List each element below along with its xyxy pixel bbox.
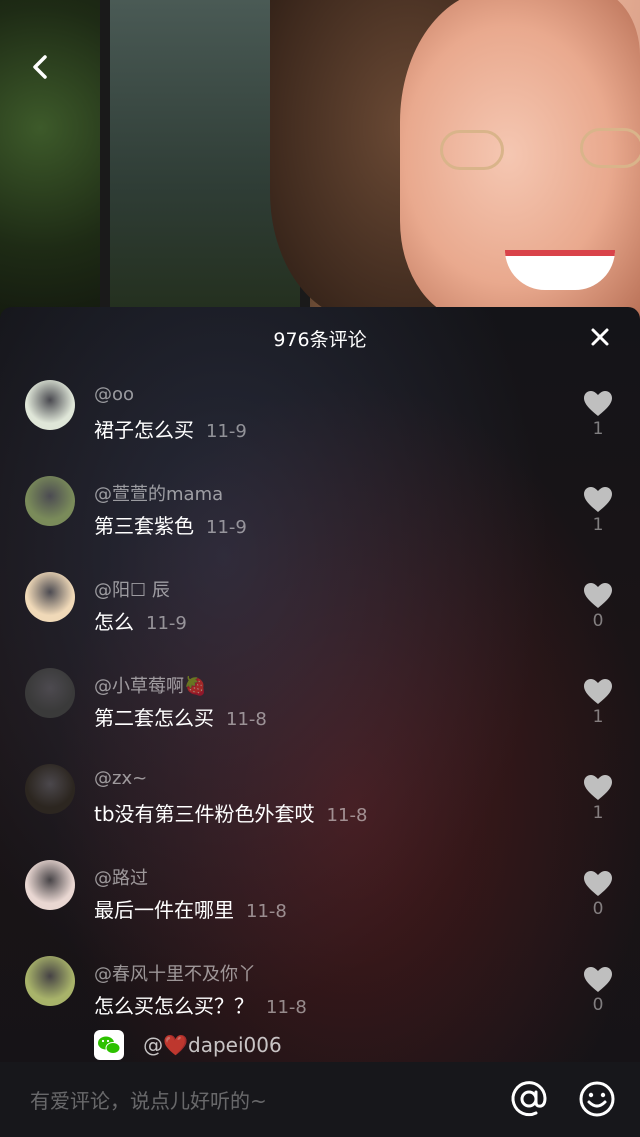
like-button[interactable]: 0 — [578, 966, 618, 1015]
like-button[interactable]: 1 — [578, 390, 618, 439]
comment-username[interactable]: @zx~ — [94, 768, 147, 789]
comment-input-bar — [0, 1062, 640, 1137]
comment-item[interactable]: @路过最后一件在哪里 11-8 0 — [0, 860, 640, 950]
comment-text: 第三套紫色 — [94, 514, 194, 538]
like-count: 1 — [592, 515, 604, 535]
heart-icon — [578, 966, 618, 993]
like-count: 1 — [592, 419, 604, 439]
reply-text: @❤️dapei006 — [143, 1033, 282, 1057]
like-count: 0 — [592, 611, 604, 631]
comment-item[interactable]: @小草莓啊🍓 第二套怎么买 11-8 1 — [0, 668, 640, 758]
comment-content-line: tb没有第三件粉色外套哎 11-8 — [94, 798, 367, 827]
panel-title: 976条评论 — [273, 329, 367, 351]
comment-content-line: 怎么买怎么买？？ 11-8 — [94, 990, 307, 1019]
like-button[interactable]: 0 — [578, 582, 618, 631]
like-button[interactable]: 1 — [578, 486, 618, 535]
reply-row[interactable]: @❤️dapei006 — [94, 1030, 282, 1064]
heart-icon — [578, 390, 618, 417]
avatar[interactable] — [25, 572, 75, 622]
heart-icon — [578, 774, 618, 801]
comment-item[interactable]: @oo 裙子怎么买 11-9 1 — [0, 380, 640, 470]
heart-icon — [578, 486, 618, 513]
comment-username[interactable]: @小草莓啊🍓 — [94, 672, 206, 698]
comment-date: 11-8 — [266, 997, 307, 1018]
comment-username[interactable]: @春风十里不及你丫 — [94, 960, 256, 986]
comment-content-line: 第三套紫色 11-9 — [94, 510, 247, 539]
avatar[interactable] — [25, 668, 75, 718]
avatar[interactable] — [25, 380, 75, 430]
comment-username[interactable]: @oo — [94, 384, 134, 405]
comment-date: 11-8 — [226, 709, 267, 730]
avatar[interactable] — [25, 476, 75, 526]
heart-icon — [578, 870, 618, 897]
comment-text: 第二套怎么买 — [94, 706, 214, 730]
like-count: 0 — [592, 899, 604, 919]
comment-date: 11-8 — [246, 901, 287, 922]
comment-text: 怎么买怎么买？？ — [94, 994, 254, 1018]
like-button[interactable]: 1 — [578, 678, 618, 727]
like-count: 0 — [592, 995, 604, 1015]
comment-date: 11-9 — [206, 517, 247, 538]
comment-username[interactable]: @萱萱的mama — [94, 480, 223, 506]
comment-item[interactable]: @阳☐ 辰怎么 11-9 0 — [0, 572, 640, 662]
comment-item[interactable]: @zx~ tb没有第三件粉色外套哎 11-8 1 — [0, 764, 640, 854]
heart-icon — [578, 582, 618, 609]
comment-content-line: 第二套怎么买 11-8 — [94, 702, 267, 731]
comment-content-line: 最后一件在哪里 11-8 — [94, 894, 287, 923]
like-count: 1 — [592, 707, 604, 727]
heart-icon — [578, 678, 618, 705]
at-icon[interactable] — [508, 1078, 550, 1120]
comment-item[interactable]: @萱萱的mama 第三套紫色 11-9 1 — [0, 476, 640, 566]
comment-date: 11-8 — [326, 805, 368, 826]
comment-text: 最后一件在哪里 — [94, 898, 234, 922]
like-button[interactable]: 0 — [578, 870, 618, 919]
avatar[interactable] — [25, 764, 75, 814]
video-glasses-right — [580, 128, 640, 168]
wechat-icon — [94, 1030, 124, 1060]
comment-text: tb没有第三件粉色外套哎 — [94, 802, 315, 826]
comment-text: 怎么 — [94, 610, 134, 634]
video-background — [0, 0, 640, 320]
video-glasses-left — [440, 130, 504, 170]
comment-text: 裙子怎么买 — [94, 418, 194, 442]
comment-content-line: 裙子怎么买 11-9 — [94, 414, 247, 443]
comment-content-line: 怎么 11-9 — [94, 606, 187, 635]
back-arrow-icon[interactable] — [26, 52, 56, 82]
comment-date: 11-9 — [206, 421, 247, 442]
comment-input[interactable] — [28, 1080, 492, 1122]
avatar[interactable] — [25, 956, 75, 1006]
close-icon[interactable] — [586, 323, 614, 351]
comment-username[interactable]: @路过 — [94, 864, 148, 890]
comment-date: 11-9 — [146, 613, 187, 634]
avatar[interactable] — [25, 860, 75, 910]
like-count: 1 — [592, 803, 604, 823]
emoji-icon[interactable] — [578, 1080, 616, 1118]
video-tree-area — [0, 0, 100, 320]
like-button[interactable]: 1 — [578, 774, 618, 823]
comment-username[interactable]: @阳☐ 辰 — [94, 576, 170, 602]
